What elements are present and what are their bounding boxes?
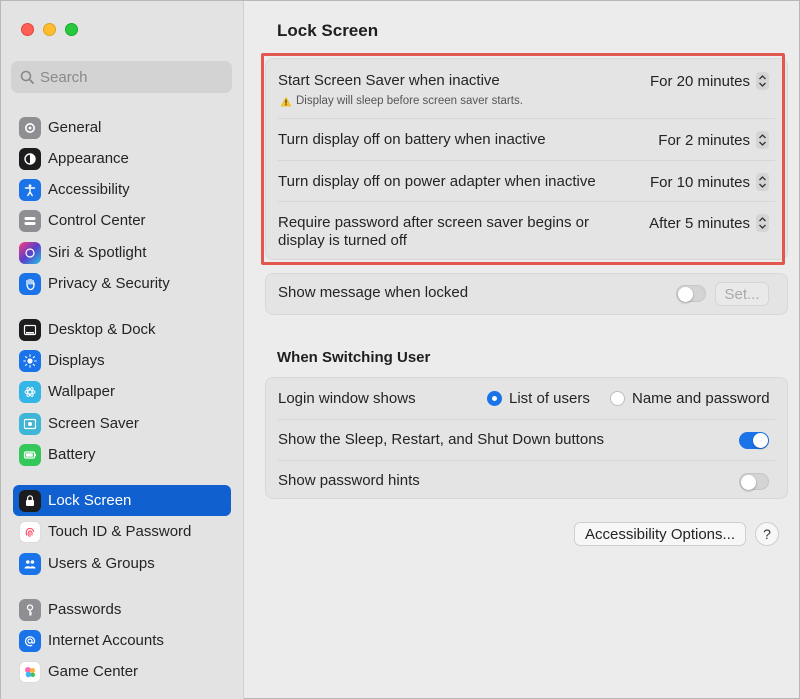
sidebar-item-label: Internet Accounts (48, 632, 164, 649)
sidebar-item-desktop-dock[interactable]: Desktop & Dock (13, 314, 231, 345)
row-label: Show password hints (278, 472, 420, 489)
sidebar-item-label: Privacy & Security (48, 275, 170, 292)
key-icon (19, 598, 41, 621)
sleep-buttons-row: Show the Sleep, Restart, and Shut Down b… (278, 431, 775, 453)
help-button[interactable]: ? (755, 522, 779, 546)
wallpaper-icon (19, 380, 41, 403)
game-center-icon (19, 660, 41, 683)
sidebar: General Appearance Accessibility (1, 1, 244, 699)
page-title: Lock Screen (277, 21, 379, 40)
radio-label: Name and password (632, 390, 770, 407)
row-label: Show message when locked (278, 284, 469, 301)
search-input[interactable] (40, 68, 220, 86)
sidebar-item-control-center[interactable]: Control Center (13, 205, 231, 236)
sidebar-item-label: Desktop & Dock (48, 321, 156, 338)
sidebar-item-displays[interactable]: Displays (13, 345, 231, 376)
search-field[interactable] (11, 61, 232, 93)
sidebar-item-game-center[interactable]: Game Center (13, 656, 231, 687)
sidebar-item-label: Displays (48, 352, 105, 369)
sidebar-item-touch-id-password[interactable]: Touch ID & Password (13, 516, 231, 547)
sidebar-item-users-groups[interactable]: Users & Groups (13, 548, 231, 579)
sidebar-item-label: Control Center (48, 212, 146, 229)
sidebar-item-wallpaper[interactable]: Wallpaper (13, 376, 231, 407)
hand-icon (19, 272, 41, 295)
radio-label: List of users (509, 390, 590, 407)
dock-icon (19, 318, 41, 341)
section-title-switching-user: When Switching User (277, 349, 431, 366)
users-icon (19, 552, 41, 575)
lock-icon (19, 489, 41, 512)
sidebar-item-label: General (48, 119, 102, 136)
sidebar-item-siri-spotlight[interactable]: Siri & Spotlight (13, 237, 231, 268)
control-center-icon (19, 209, 41, 232)
accessibility-icon (19, 178, 41, 201)
row-label: Login window shows (278, 390, 416, 407)
sidebar-item-label: Touch ID & Password (48, 523, 192, 540)
sidebar-item-battery[interactable]: Battery (13, 439, 231, 470)
appearance-icon (19, 147, 41, 170)
password-hints-toggle[interactable] (739, 473, 769, 490)
set-message-button[interactable]: Set... (715, 282, 769, 306)
sidebar-item-screen-saver[interactable]: Screen Saver (13, 408, 231, 439)
search-icon (20, 70, 34, 84)
sidebar-item-accessibility[interactable]: Accessibility (13, 174, 231, 205)
divider (278, 419, 775, 420)
sidebar-item-label: Passwords (48, 601, 122, 618)
row-label: Show the Sleep, Restart, and Shut Down b… (278, 431, 605, 448)
sidebar-item-lock-screen[interactable]: Lock Screen (13, 485, 231, 516)
show-message-group: Show message when locked Set... (265, 273, 788, 315)
settings-window: General Appearance Accessibility (0, 0, 800, 699)
siri-icon (19, 241, 41, 264)
gear-icon (19, 116, 41, 139)
sidebar-item-internet-accounts[interactable]: Internet Accounts (13, 625, 231, 656)
sidebar-item-privacy-security[interactable]: Privacy & Security (13, 268, 231, 299)
sun-icon (19, 349, 41, 372)
close-window-button[interactable] (21, 23, 34, 36)
battery-icon (19, 443, 41, 466)
sidebar-item-label: Battery (48, 446, 96, 463)
sidebar-item-label: Siri & Spotlight (48, 244, 147, 261)
sidebar-item-label: Users & Groups (48, 555, 155, 572)
sidebar-item-label: Game Center (48, 663, 139, 680)
divider (278, 460, 775, 461)
annotation-highlight-box (261, 53, 785, 265)
radio-selected-icon (487, 391, 502, 406)
window-controls (21, 23, 78, 36)
switching-user-group: Login window shows List of users Name an… (265, 377, 788, 499)
sidebar-item-label: Screen Saver (48, 415, 139, 432)
sidebar-item-label: Wallpaper (48, 383, 115, 400)
at-icon (19, 629, 41, 652)
show-message-toggle[interactable] (676, 285, 706, 302)
sidebar-item-label: Accessibility (48, 181, 130, 198)
sidebar-item-appearance[interactable]: Appearance (13, 143, 231, 174)
sidebar-item-passwords[interactable]: Passwords (13, 594, 231, 625)
sidebar-item-label: Appearance (48, 150, 129, 167)
radio-list-of-users[interactable]: List of users (487, 390, 590, 407)
zoom-window-button[interactable] (65, 23, 78, 36)
minimize-window-button[interactable] (43, 23, 56, 36)
sidebar-item-general[interactable]: General (13, 112, 231, 143)
radio-name-and-password[interactable]: Name and password (610, 390, 770, 407)
sidebar-item-label: Lock Screen (48, 492, 132, 509)
accessibility-options-button[interactable]: Accessibility Options... (574, 522, 746, 546)
screen-saver-icon (19, 412, 41, 435)
radio-unselected-icon (610, 391, 625, 406)
fingerprint-icon (19, 520, 41, 543)
password-hints-row: Show password hints (278, 472, 775, 494)
sleep-buttons-toggle[interactable] (739, 432, 769, 449)
